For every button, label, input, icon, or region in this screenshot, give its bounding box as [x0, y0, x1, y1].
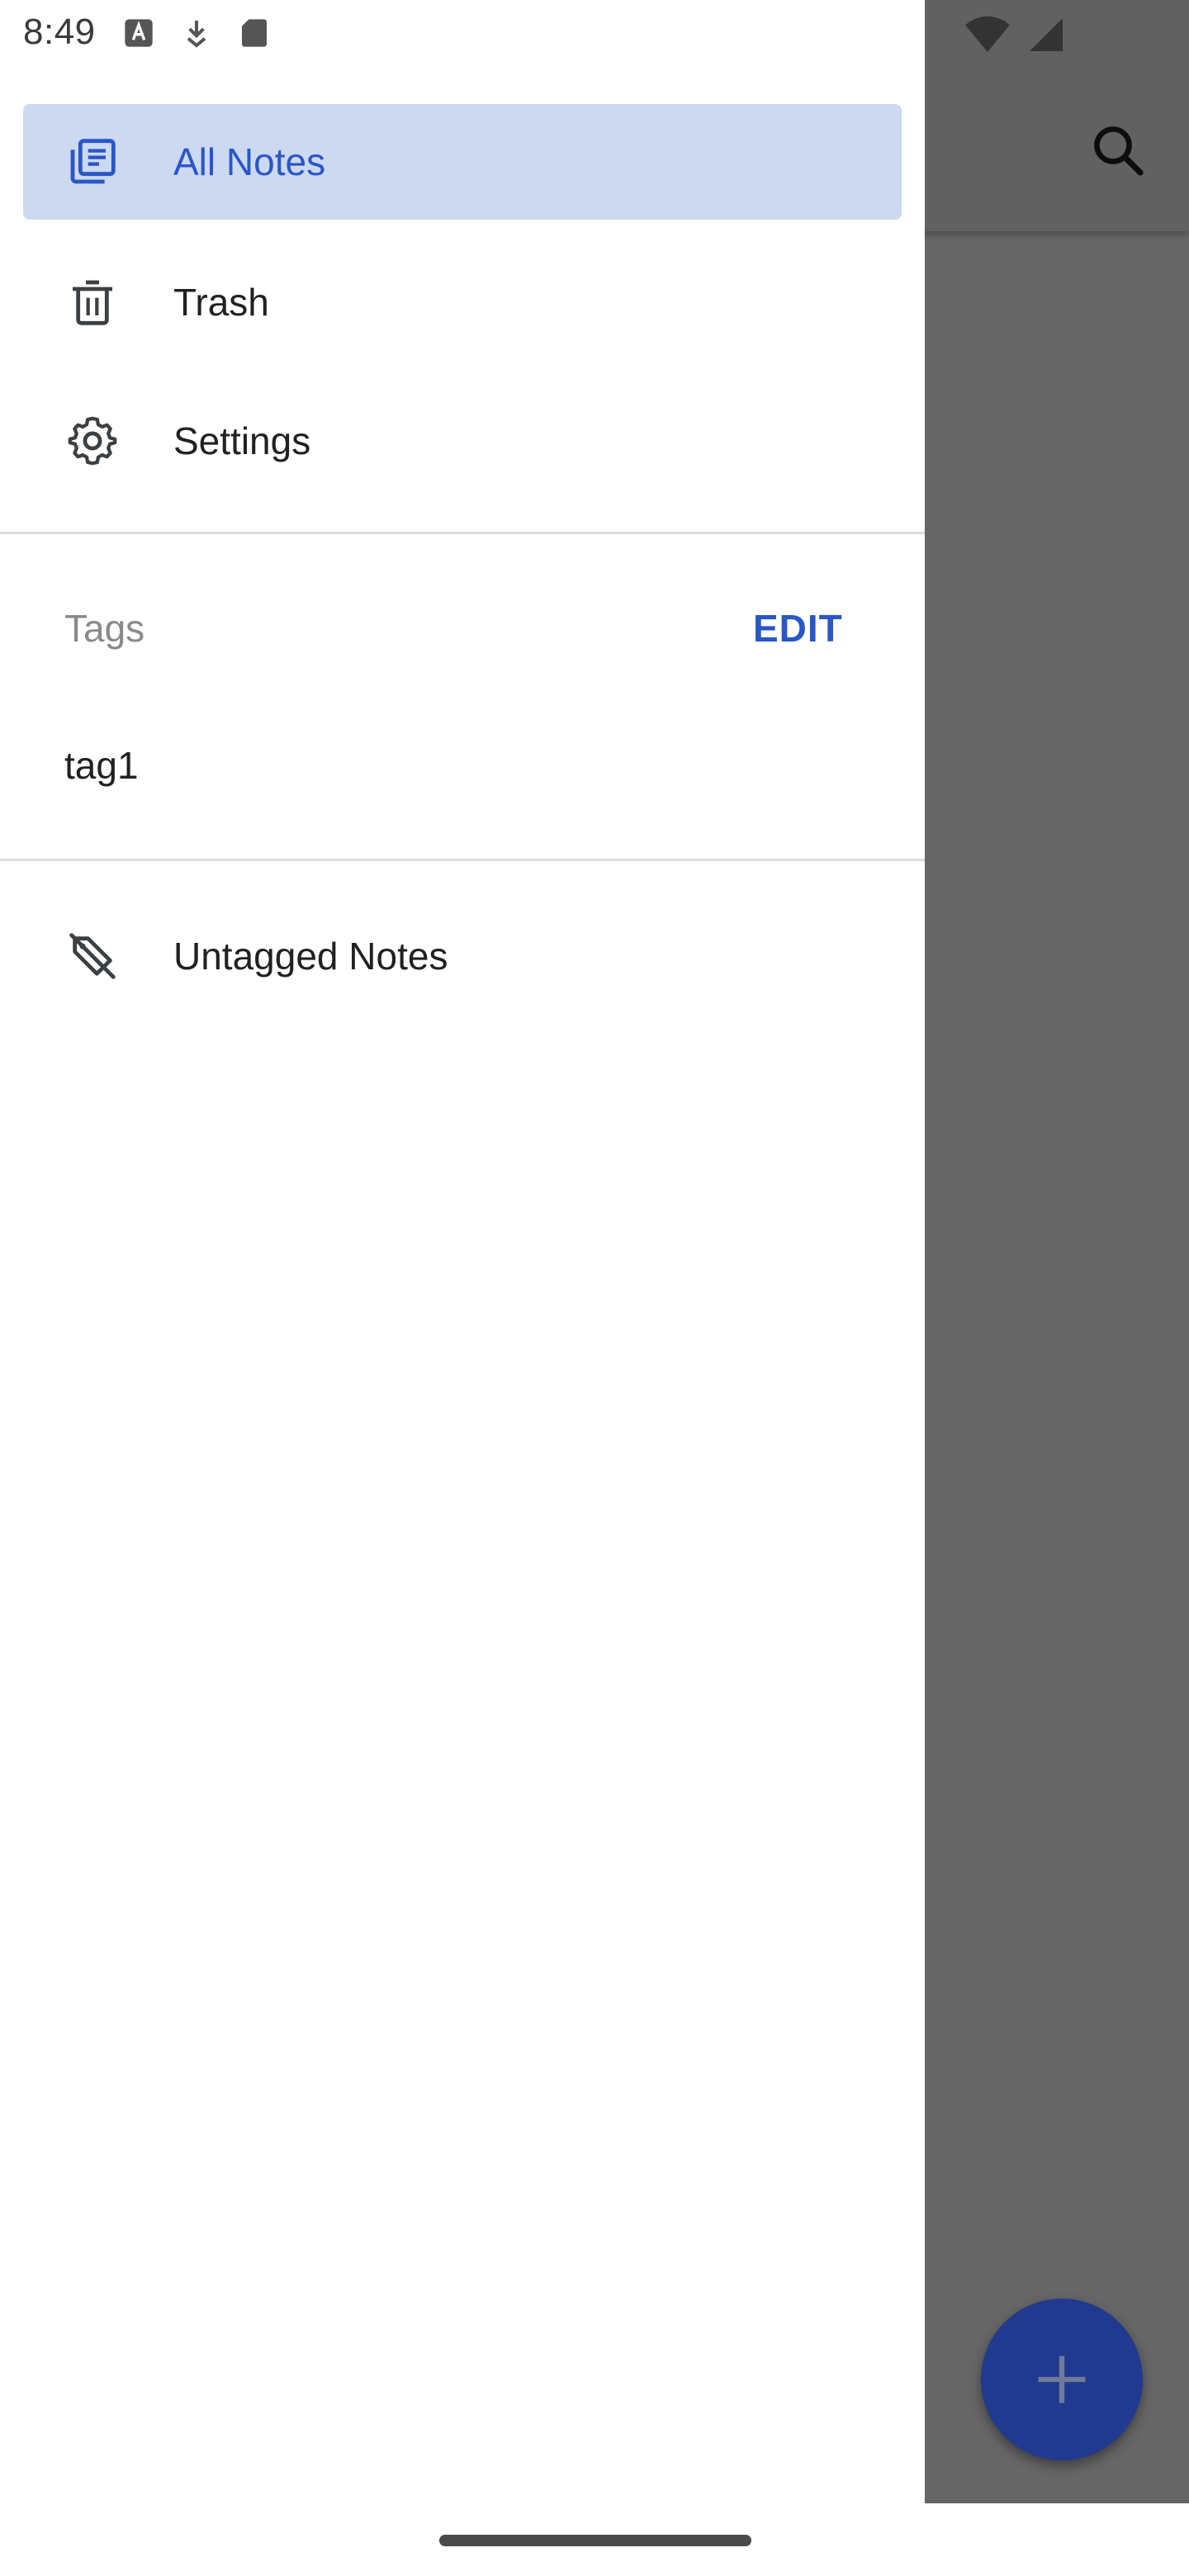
nav-label: Settings — [173, 419, 311, 462]
status-icons-right — [964, 15, 1067, 59]
nav-item-trash[interactable]: Trash — [23, 244, 902, 360]
tag-off-icon — [66, 930, 119, 983]
gear-icon — [66, 414, 119, 467]
trash-icon — [66, 276, 119, 329]
nav-label: Trash — [173, 281, 269, 324]
wifi-icon — [964, 15, 1011, 59]
nav-item-all-notes[interactable]: All Notes — [23, 104, 902, 220]
tag-item[interactable]: tag1 — [0, 718, 925, 817]
signal-icon — [1026, 15, 1067, 59]
gesture-navigation-bar[interactable] — [439, 2535, 751, 2546]
screen: All Notes Trash Settings Tags EDIT tag1 … — [0, 0, 1189, 2576]
notes-stack-icon — [66, 135, 119, 188]
status-icons-left — [122, 17, 271, 54]
status-time: 8:49 — [23, 12, 96, 52]
tag-label: tag1 — [64, 744, 139, 787]
nav-item-untagged-notes[interactable]: Untagged Notes — [23, 898, 902, 1014]
download-icon — [180, 17, 213, 54]
status-bar: 8:49 — [0, 0, 1189, 69]
nav-item-settings[interactable]: Settings — [23, 383, 902, 499]
new-note-button[interactable] — [981, 2299, 1143, 2460]
tags-header: Tags — [64, 607, 145, 650]
divider — [0, 532, 925, 534]
text-recognition-icon — [122, 17, 155, 54]
nav-label: Untagged Notes — [173, 935, 448, 978]
sd-card-icon — [238, 17, 271, 54]
plus-icon — [1038, 2356, 1086, 2403]
nav-label: All Notes — [173, 140, 326, 183]
edit-tags-button[interactable]: EDIT — [753, 606, 843, 651]
divider — [0, 859, 925, 861]
navigation-drawer: All Notes Trash Settings Tags EDIT tag1 … — [0, 0, 925, 2503]
